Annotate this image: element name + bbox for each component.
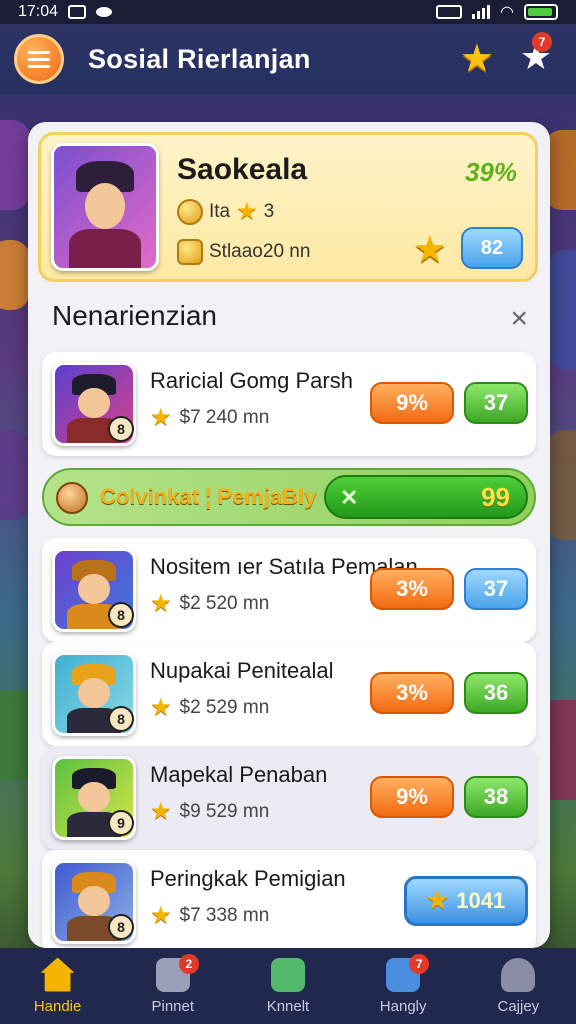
score-text: $7 240 mn [179, 407, 270, 428]
nav-badge: 7 [409, 954, 430, 974]
level-badge: 8 [108, 602, 134, 628]
star-icon: ★ [150, 590, 172, 617]
percent-button[interactable]: 9% [370, 382, 454, 424]
list-item[interactable]: 8 Raricial Gomg Parsh ★ $7 240 mn 9% 37 [42, 352, 536, 456]
player-name: Mapekal Penaban [150, 762, 328, 787]
profile-card[interactable]: Saokeala 39% Ita ★ 3 Stlaao20 nn ★ 82 [38, 132, 538, 282]
promo-progress: ✕ 99 [324, 475, 528, 519]
bottom-nav: Handie 2 Pinnet Knnelt 7 Hangly Cajjey [0, 948, 576, 1024]
player-score: ★ $7 338 mn [150, 904, 269, 928]
star-icon: ★ [150, 404, 172, 431]
section-title: Nenarienzian [52, 300, 217, 331]
nfc-icon [436, 5, 463, 19]
player-score: ★ $7 240 mn [150, 406, 269, 430]
profile-icon [501, 957, 536, 992]
promo-text: Colvinkat ¦ PemjaBly [100, 484, 317, 509]
nav-label: Knnelt [266, 997, 310, 1015]
notification-badge: 7 [532, 32, 552, 52]
status-bar: 17:04 ◠ [0, 0, 576, 24]
bg-building [0, 430, 30, 520]
profile-name: Saokeala [177, 153, 308, 186]
rank-button[interactable]: 37 [464, 382, 528, 424]
close-icon[interactable]: × [510, 302, 528, 336]
profile-points: Stlaao20 nn [209, 241, 311, 262]
bg-building [546, 430, 576, 540]
nav-label: Cajjey [497, 997, 540, 1015]
level-badge: 9 [108, 810, 134, 836]
menu-button[interactable] [14, 34, 64, 84]
coin-icon [177, 199, 203, 225]
cloud-icon [96, 7, 113, 17]
status-time: 17:04 [18, 3, 59, 20]
total-score-value: 1041 [456, 888, 506, 913]
total-score-button[interactable]: ★ 1041 [404, 876, 528, 926]
profile-stat-value: 3 [263, 201, 275, 222]
mascot-icon [56, 482, 88, 514]
nav-item-knnelt[interactable]: Knnelt [238, 948, 338, 1024]
player-name: Peringkak Pemigian [150, 866, 346, 891]
percent-button[interactable]: 9% [370, 776, 454, 818]
level-badge: 8 [108, 706, 134, 732]
star-icon: ★ [412, 229, 447, 271]
rank-button[interactable]: 37 [464, 568, 528, 610]
list-item[interactable]: 8 Nositem ıer Satıla Pemalan ★ $2 520 mn… [42, 538, 536, 642]
score-text: $7 338 mn [179, 905, 270, 926]
bg-building [0, 120, 30, 210]
bg-building [0, 240, 30, 310]
star-icon[interactable]: ★ [460, 36, 494, 81]
trophy-icon [270, 957, 305, 992]
star-icon: ★ [236, 198, 258, 225]
promo-banner[interactable]: Colvinkat ¦ PemjaBly ✕ 99 [42, 468, 536, 526]
score-text: $2 529 mn [179, 697, 270, 718]
player-score: ★ $9 529 mn [150, 800, 269, 824]
player-name: Raricial Gomg Parsh [150, 368, 353, 393]
list-item[interactable]: 8 Peringkak Pemigian ★ $7 338 mn ★ 1041 [42, 850, 536, 948]
star-icon: ★ [426, 887, 449, 914]
leaderboard-panel: Saokeala 39% Ita ★ 3 Stlaao20 nn ★ 82 Ne… [28, 122, 550, 948]
star-icon: ★ [150, 798, 172, 825]
percent-button[interactable]: 3% [370, 672, 454, 714]
app-header: Sosial Rierlanjan ★ ★ 7 [0, 24, 576, 94]
wifi-icon: ◠ [500, 4, 514, 21]
check-icon: ✕ [340, 485, 359, 510]
battery-icon [524, 4, 558, 20]
app-title: Sosial Rierlanjan [88, 43, 311, 74]
profile-avatar [51, 143, 159, 271]
star-icon: ★ [150, 902, 172, 929]
rank-button[interactable]: 38 [464, 776, 528, 818]
level-badge: 8 [108, 416, 134, 442]
nav-label: Pinnet [151, 997, 195, 1015]
percent-button[interactable]: 3% [370, 568, 454, 610]
profile-stat-line: Ita ★ 3 [177, 199, 274, 225]
bg-building [548, 250, 576, 370]
score-text: $2 520 mn [179, 593, 270, 614]
player-name: Nupakai Penitealal [150, 658, 334, 683]
profile-points-line: Stlaao20 nn [177, 239, 310, 265]
profile-percent: 39% [464, 157, 517, 187]
rank-button[interactable]: 36 [464, 672, 528, 714]
nav-label: Hangly [379, 997, 427, 1015]
nav-label: Handie [33, 997, 82, 1015]
player-score: ★ $2 529 mn [150, 696, 269, 720]
score-text: $9 529 mn [179, 801, 270, 822]
signal-icon [472, 5, 491, 19]
coin-icon [177, 239, 203, 265]
nav-badge: 2 [178, 954, 199, 974]
profile-stat-label: Ita [209, 201, 231, 222]
notification-icon [68, 5, 87, 19]
list-item[interactable]: 9 Mapekal Penaban ★ $9 529 mn 9% 38 [42, 746, 536, 850]
promo-value: 99 [481, 482, 510, 512]
star-icon: ★ [150, 694, 172, 721]
list-item[interactable]: 8 Nupakai Penitealal ★ $2 529 mn 3% 36 [42, 642, 536, 746]
profile-score-pill[interactable]: 82 [461, 227, 523, 269]
nav-item-hangly[interactable]: 7 Hangly [353, 948, 453, 1024]
nav-item-pinnet[interactable]: 2 Pinnet [123, 948, 223, 1024]
nav-item-cajjey[interactable]: Cajjey [468, 948, 568, 1024]
home-icon [40, 957, 75, 992]
player-score: ★ $2 520 mn [150, 592, 269, 616]
nav-item-home[interactable]: Handie [8, 948, 108, 1024]
level-badge: 8 [108, 914, 134, 940]
